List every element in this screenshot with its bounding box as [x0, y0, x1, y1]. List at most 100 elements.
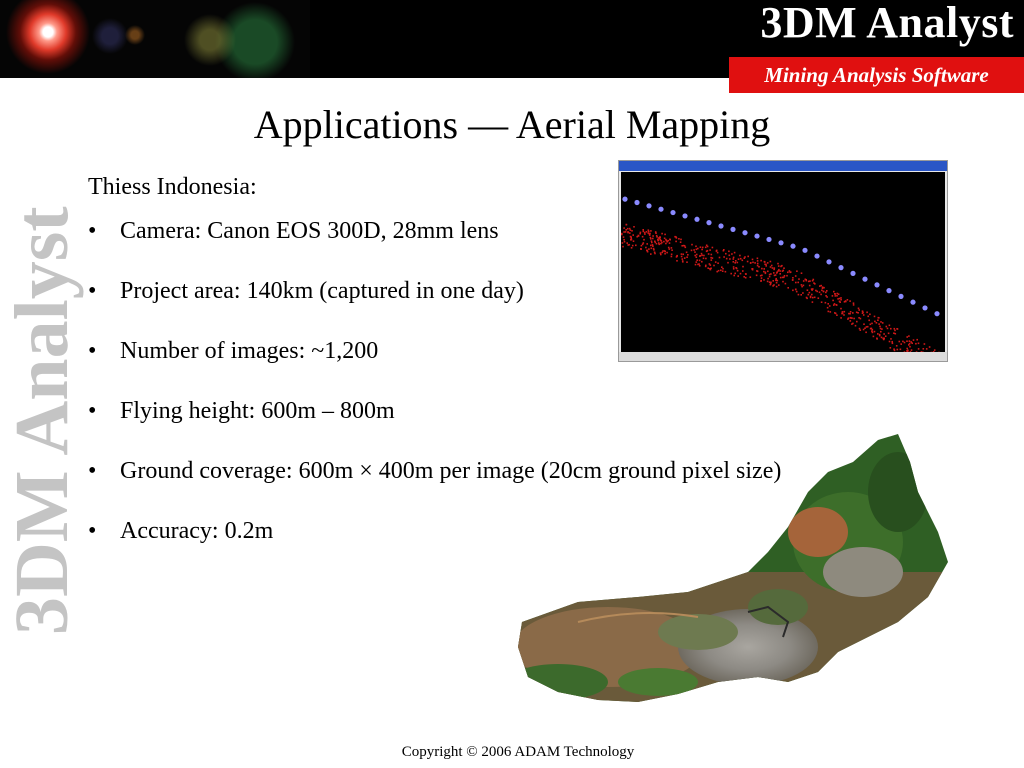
ground-point: [671, 249, 673, 251]
ground-point: [917, 348, 920, 350]
ground-point: [769, 266, 772, 268]
ground-point: [881, 328, 883, 330]
ground-point: [710, 259, 713, 261]
ground-point: [648, 248, 650, 250]
ground-point: [871, 322, 873, 325]
ground-point: [647, 232, 650, 234]
ground-point: [732, 256, 735, 259]
ground-point: [811, 289, 813, 291]
ground-point: [879, 325, 881, 328]
ground-point: [844, 300, 847, 302]
ground-point: [669, 238, 671, 241]
ground-point: [681, 260, 684, 262]
ground-point: [628, 243, 631, 246]
ground-point: [635, 244, 637, 247]
ground-point: [786, 274, 788, 277]
ground-point: [637, 234, 640, 237]
ground-point: [917, 342, 920, 345]
ground-point: [665, 239, 668, 242]
ground-point: [891, 340, 893, 343]
camera-point: [730, 226, 736, 232]
ground-point: [776, 279, 779, 282]
ground-point: [631, 230, 633, 232]
ground-point: [630, 239, 632, 241]
ground-point: [821, 287, 824, 289]
ground-point: [701, 254, 703, 257]
ground-point: [767, 277, 769, 280]
ground-point: [779, 276, 782, 279]
camera-point: [646, 203, 652, 209]
ground-point: [800, 272, 803, 274]
ground-point: [891, 342, 894, 345]
ground-point: [834, 293, 837, 295]
camera-point: [790, 243, 796, 249]
ground-point: [682, 244, 685, 247]
ground-point: [627, 231, 629, 234]
ground-point: [764, 261, 766, 263]
ground-point: [846, 299, 849, 301]
ground-point: [729, 258, 731, 260]
ground-point: [839, 301, 841, 303]
ground-point: [788, 270, 791, 272]
ground-point: [722, 249, 725, 252]
ground-point: [770, 273, 772, 275]
ground-point: [833, 303, 836, 305]
ground-point: [686, 256, 688, 258]
ground-point: [640, 244, 643, 247]
ground-point: [906, 336, 908, 338]
ground-point: [813, 296, 816, 299]
ground-point: [833, 290, 835, 293]
ground-point: [783, 275, 786, 277]
ground-point: [797, 281, 799, 284]
ground-point: [720, 269, 722, 272]
ground-point: [622, 245, 624, 248]
ground-point: [787, 271, 789, 274]
ground-point: [639, 231, 642, 234]
camera-point: [694, 216, 700, 222]
ground-point: [848, 312, 850, 315]
ground-point: [650, 244, 652, 247]
ground-point: [732, 266, 735, 268]
ground-point: [698, 259, 701, 262]
ground-point: [744, 273, 747, 275]
ground-point: [658, 243, 660, 246]
ground-point: [802, 280, 805, 282]
ground-point: [864, 327, 866, 329]
camera-point: [922, 305, 928, 311]
ground-point: [739, 272, 742, 275]
bullet-dot: •: [88, 398, 97, 424]
ground-point: [709, 264, 712, 266]
ground-point: [650, 238, 652, 240]
ground-point: [732, 268, 735, 270]
ground-point: [893, 327, 896, 330]
ground-point: [925, 348, 928, 350]
ground-point: [859, 329, 862, 331]
ground-point: [652, 245, 654, 247]
ground-point: [623, 240, 626, 243]
ground-point: [840, 298, 842, 301]
ground-point: [770, 264, 773, 267]
ground-point: [651, 241, 653, 244]
camera-point: [634, 199, 640, 206]
ground-point: [888, 340, 891, 343]
ground-point: [890, 327, 892, 330]
ground-point: [880, 330, 882, 333]
ground-point: [780, 265, 782, 268]
ground-point: [775, 279, 777, 282]
ground-point: [695, 248, 698, 251]
ground-point: [879, 327, 882, 330]
ground-point: [667, 246, 670, 249]
ground-point: [783, 267, 785, 269]
ground-point: [858, 327, 861, 330]
ground-point: [773, 268, 775, 271]
ground-point: [784, 282, 787, 285]
camera-point: [754, 233, 760, 239]
ground-point: [893, 348, 895, 350]
ground-point: [743, 257, 746, 259]
ground-point: [650, 247, 653, 250]
ground-point: [649, 232, 651, 235]
ground-point: [840, 297, 842, 299]
ground-point: [733, 251, 736, 254]
camera-point: [682, 213, 688, 219]
ground-point: [865, 326, 868, 328]
